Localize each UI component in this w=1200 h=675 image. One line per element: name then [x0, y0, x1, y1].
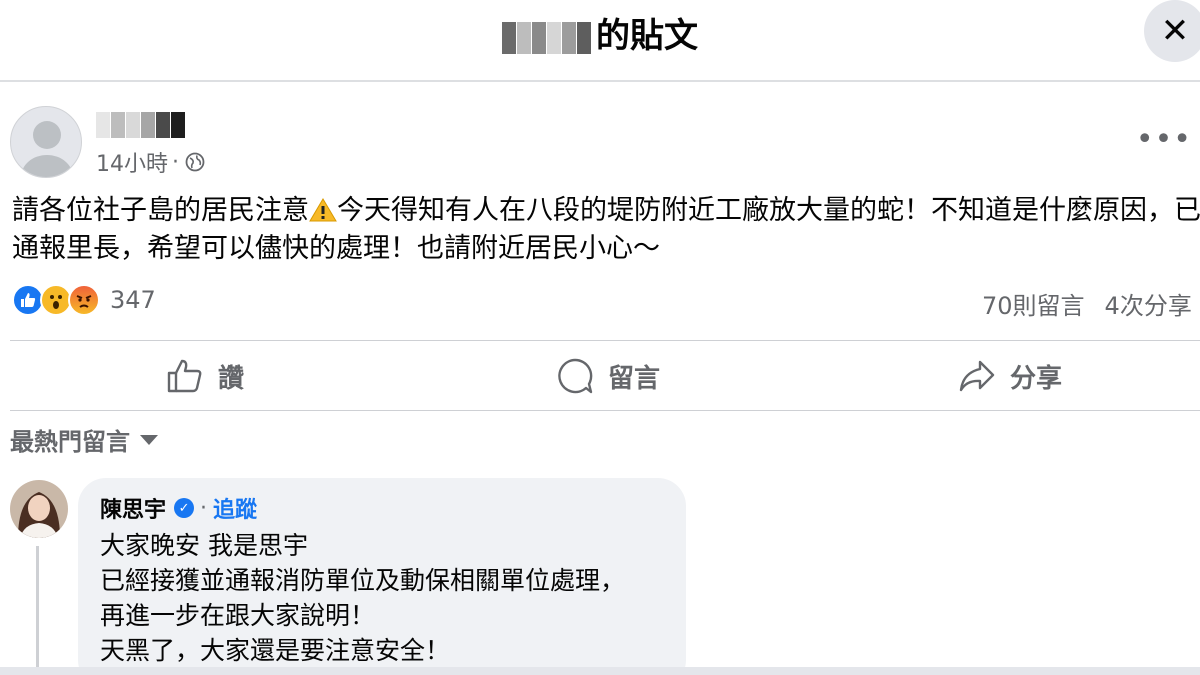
share-count-link[interactable]: 4次分享 [1105, 292, 1192, 320]
comment-line: 大家晚安 我是思宇 [100, 531, 308, 560]
default-avatar-icon [21, 121, 73, 177]
comment-bubble-icon [558, 358, 593, 394]
dialog-title: 的貼文 [0, 8, 1200, 57]
post-timestamp[interactable]: 14小時 [96, 146, 168, 178]
post-text-segment: 今天得知有人在八段的堤防附近工廠放大量的蛇！不知道是什麼原因，已 [337, 195, 1200, 226]
blurred-page-name [502, 21, 592, 54]
poster-avatar[interactable] [10, 106, 82, 178]
comment-label: 留言 [608, 363, 661, 394]
comment-separator: · [200, 495, 208, 521]
thread-line [36, 546, 39, 675]
comment-count-link[interactable]: 70則留言 [982, 292, 1085, 320]
comment-line: 天黑了，大家還是要注意安全！ [100, 636, 451, 665]
meta-separator: · [172, 149, 179, 175]
commenter-avatar[interactable] [10, 480, 68, 538]
post-text-line-2: 通報里長，希望可以儘快的處理！也請附近居民小心～ [12, 233, 660, 264]
commenter-photo [10, 480, 68, 538]
comment-header: 陳思宇 ✓ · 追蹤 [100, 492, 664, 524]
post-stats: 70則留言 4次分享 [982, 286, 1192, 321]
reaction-count: 347 [110, 286, 156, 314]
bottom-edge [0, 667, 1200, 675]
divider [10, 410, 1200, 411]
comment-sort-dropdown[interactable]: 最熱門留言 [10, 422, 158, 457]
dialog-title-text: 的貼文 [596, 16, 698, 56]
angry-reaction-icon [68, 284, 100, 316]
share-arrow-icon [959, 360, 995, 392]
warning-emoji-icon [309, 198, 337, 222]
share-label: 分享 [1010, 363, 1063, 394]
public-globe-icon [185, 152, 205, 172]
verified-badge-icon: ✓ [174, 498, 195, 518]
comment-button[interactable]: 留言 [556, 352, 660, 400]
post-text-line-1: 請各位社子島的居民注意 今天得知有人在八段的堤防附近工廠放大量的蛇！不知道是什麼… [12, 192, 1200, 230]
more-options-button[interactable]: ••• [1136, 122, 1192, 157]
comment-line: 已經接獲並通報消防單位及動保相關單位處理， [100, 566, 626, 595]
chevron-down-icon [140, 434, 158, 445]
commenter-name[interactable]: 陳思宇 [100, 492, 166, 524]
more-icon: ••• [1135, 122, 1192, 157]
post-text-segment: 請各位社子島的居民注意 [12, 195, 309, 226]
close-button[interactable]: ✕ [1144, 0, 1200, 62]
close-icon: ✕ [1160, 11, 1190, 51]
dialog-header: 的貼文 ✕ [0, 0, 1200, 82]
comment-bubble: 陳思宇 ✓ · 追蹤 大家晚安 我是思宇 已經接獲並通報消防單位及動保相關單位處… [78, 478, 686, 675]
like-label: 讚 [218, 363, 245, 394]
follow-link[interactable]: 追蹤 [213, 492, 257, 524]
share-button[interactable]: 分享 [958, 352, 1062, 400]
post-meta: 14小時 · [96, 146, 205, 178]
sort-label: 最熱門留言 [10, 428, 130, 456]
comment-line: 再進一步在跟大家說明！ [100, 601, 376, 630]
like-button[interactable]: 讚 [166, 352, 244, 400]
blurred-author-name[interactable] [96, 112, 186, 140]
thumbs-up-icon [167, 359, 202, 393]
comment-body: 大家晚安 我是思宇 已經接獲並通報消防單位及動保相關單位處理， 再進一步在跟大家… [100, 528, 664, 668]
reaction-summary[interactable]: 347 [12, 284, 156, 316]
divider [10, 340, 1200, 341]
post-body: 請各位社子島的居民注意 今天得知有人在八段的堤防附近工廠放大量的蛇！不知道是什麼… [12, 192, 1200, 268]
